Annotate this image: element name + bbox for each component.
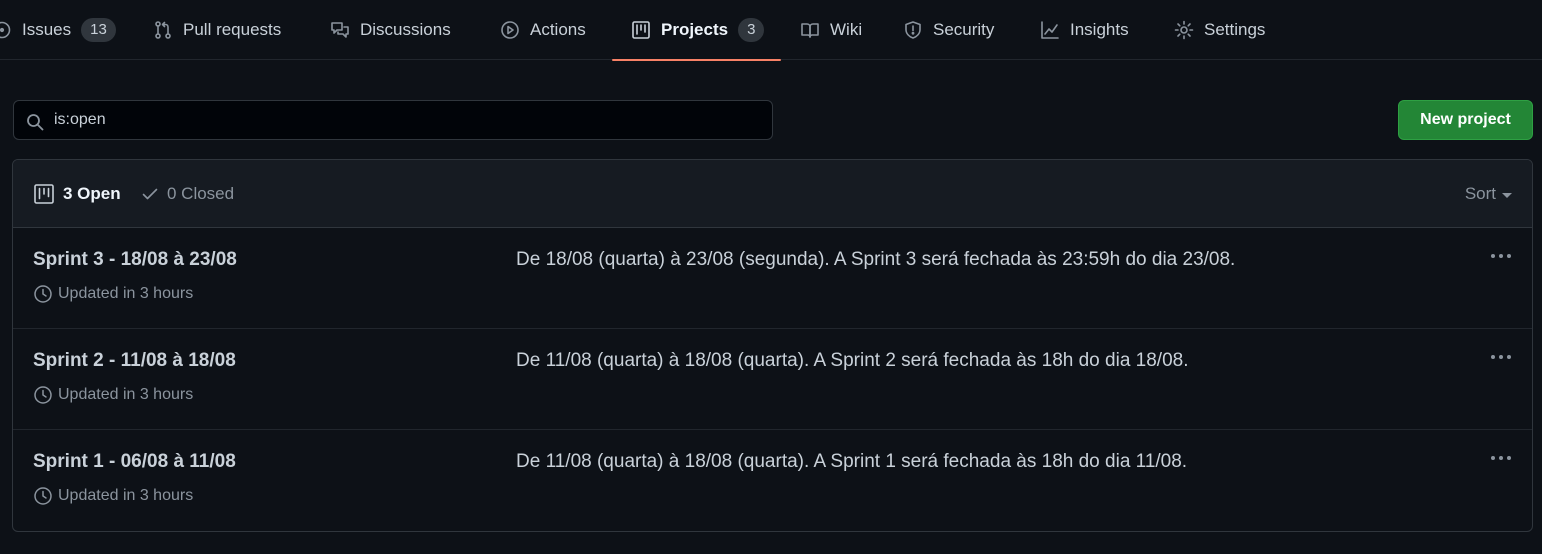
- closed-projects-label: 0 Closed: [167, 184, 235, 203]
- project-icon: [34, 184, 54, 204]
- project-row: Sprint 1 - 06/08 à 11/08 Updated in 3 ho…: [13, 429, 1532, 530]
- tab-actions-label: Actions: [530, 20, 586, 39]
- project-updated: Updated in 3 hours: [33, 385, 193, 405]
- project-name-link[interactable]: Sprint 2 - 11/08 à 18/08: [33, 350, 236, 372]
- project-name-link[interactable]: Sprint 3 - 18/08 à 23/08: [33, 249, 237, 271]
- check-icon: [142, 188, 158, 200]
- tab-security[interactable]: Security: [903, 0, 994, 60]
- git-pull-request-icon: [155, 21, 171, 39]
- clock-icon: [34, 386, 52, 404]
- caret-down-icon: [1502, 192, 1512, 198]
- tab-wiki-label: Wiki: [830, 20, 863, 39]
- project-icon: [632, 21, 650, 39]
- tab-issues[interactable]: Issues 13: [0, 0, 116, 60]
- project-row: Sprint 3 - 18/08 à 23/08 Updated in 3 ho…: [13, 228, 1532, 329]
- tab-insights-label: Insights: [1070, 20, 1129, 39]
- project-options-button[interactable]: [1488, 448, 1514, 468]
- new-project-button[interactable]: New project: [1398, 100, 1533, 140]
- project-row: Sprint 2 - 11/08 à 18/08 Updated in 3 ho…: [13, 328, 1532, 429]
- tab-security-label: Security: [933, 20, 995, 39]
- shield-icon: [905, 21, 921, 39]
- tab-actions[interactable]: Actions: [500, 0, 586, 60]
- project-description: De 11/08 (quarta) à 18/08 (quarta). A Sp…: [516, 451, 1188, 472]
- graph-icon: [1041, 21, 1059, 39]
- clock-icon: [34, 487, 52, 505]
- kebab-horizontal-icon: [1491, 254, 1511, 258]
- project-options-button[interactable]: [1488, 246, 1514, 266]
- search-input[interactable]: [54, 101, 754, 139]
- project-updated-text: Updated in 3 hours: [58, 386, 194, 403]
- comment-discussion-icon: [331, 22, 349, 38]
- tab-projects[interactable]: Projects 3: [612, 0, 781, 61]
- tab-pull-requests-label: Pull requests: [183, 20, 282, 39]
- tab-settings-label: Settings: [1204, 20, 1266, 39]
- project-name-link[interactable]: Sprint 1 - 06/08 à 11/08: [33, 451, 236, 473]
- tab-wiki[interactable]: Wiki: [800, 0, 862, 60]
- kebab-horizontal-icon: [1491, 456, 1511, 460]
- tab-issues-label: Issues: [22, 20, 72, 39]
- tab-discussions-label: Discussions: [360, 20, 451, 39]
- projects-list: 3 Open 0 Closed Sort Sprint 3 - 18/08 à …: [12, 159, 1533, 532]
- project-updated-text: Updated in 3 hours: [58, 285, 194, 302]
- issues-counter: 13: [81, 18, 116, 42]
- project-updated: Updated in 3 hours: [33, 486, 193, 506]
- clock-icon: [34, 285, 52, 303]
- selected-tab-underline: [612, 59, 781, 61]
- project-description: De 18/08 (quarta) à 23/08 (segunda). A S…: [516, 249, 1236, 270]
- tab-settings[interactable]: Settings: [1174, 0, 1265, 60]
- repo-tab-nav: Issues 13 Pull requests Discussions Acti…: [0, 0, 1542, 61]
- gear-icon: [1174, 20, 1194, 40]
- project-updated: Updated in 3 hours: [33, 284, 193, 304]
- tab-pull-requests[interactable]: Pull requests: [153, 0, 281, 60]
- project-search: [13, 100, 773, 140]
- project-description: De 11/08 (quarta) à 18/08 (quarta). A Sp…: [516, 350, 1189, 371]
- tab-discussions[interactable]: Discussions: [330, 0, 451, 60]
- play-icon: [501, 21, 519, 39]
- sort-label: Sort: [1464, 184, 1496, 203]
- closed-projects-filter[interactable]: 0 Closed: [141, 160, 234, 228]
- projects-list-header: 3 Open 0 Closed Sort: [13, 160, 1532, 228]
- search-icon: [27, 114, 44, 131]
- kebab-horizontal-icon: [1491, 355, 1511, 359]
- tab-projects-label: Projects: [661, 20, 729, 39]
- sort-dropdown[interactable]: Sort: [1465, 160, 1512, 228]
- open-projects-label: 3 Open: [63, 184, 121, 203]
- book-icon: [801, 23, 819, 38]
- issue-opened-icon: [0, 21, 11, 39]
- project-options-button[interactable]: [1488, 347, 1514, 367]
- project-updated-text: Updated in 3 hours: [58, 487, 194, 504]
- projects-counter: 3: [738, 18, 765, 42]
- tab-insights[interactable]: Insights: [1040, 0, 1129, 60]
- open-projects-filter[interactable]: 3 Open: [33, 160, 121, 228]
